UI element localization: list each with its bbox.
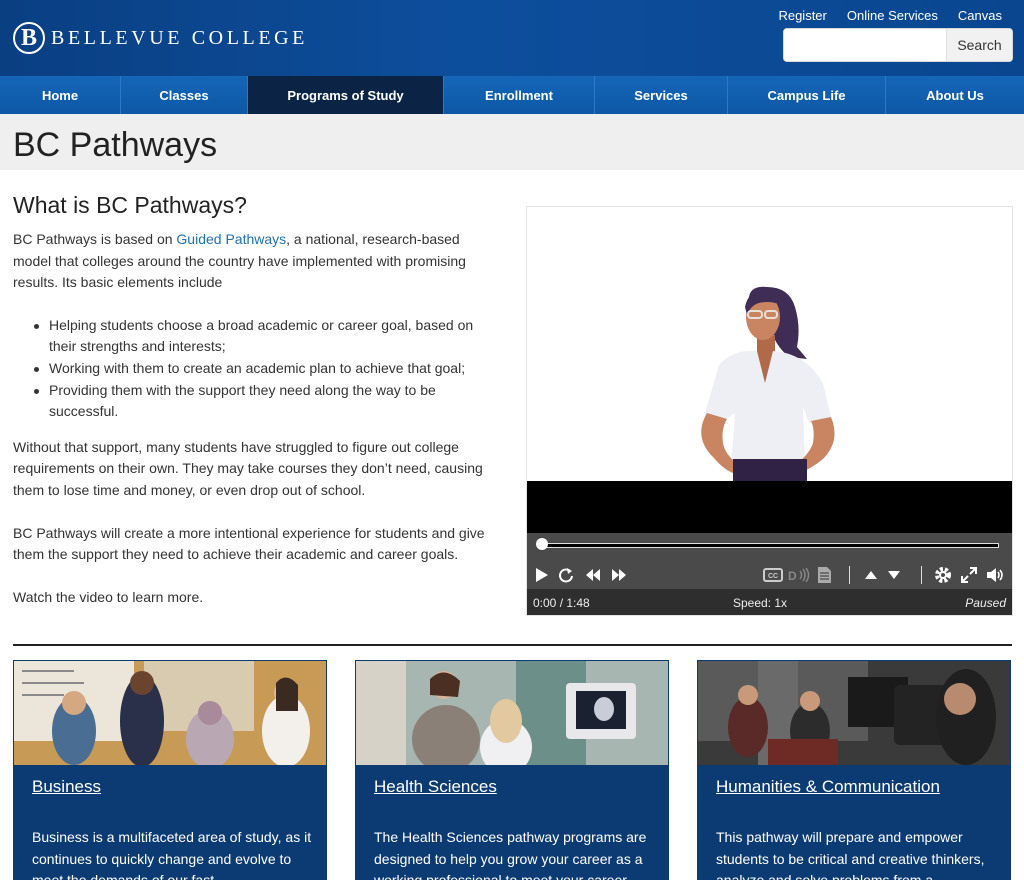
- health-sciences-photo: [356, 661, 668, 765]
- video-controls: CC D: [527, 533, 1012, 589]
- watch-video-paragraph: Watch the video to learn more.: [13, 588, 204, 605]
- intro-paragraph: BC Pathways is based on Guided Pathways,…: [13, 229, 498, 294]
- fullscreen-icon[interactable]: [959, 564, 979, 586]
- list-item: Helping students choose a broad academic…: [34, 315, 498, 358]
- nav-item-enrollment[interactable]: Enrollment: [444, 76, 595, 114]
- transcript-icon[interactable]: [815, 564, 833, 586]
- guided-pathways-link[interactable]: Guided Pathways: [176, 231, 286, 247]
- nav-item-programs-of-study[interactable]: Programs of Study: [248, 76, 444, 114]
- utility-link-online-services[interactable]: Online Services: [847, 8, 938, 23]
- title-band: BC Pathways: [0, 114, 1024, 170]
- control-separator: [921, 566, 922, 584]
- business-photo: [14, 661, 326, 765]
- animated-woman-illustration: [701, 286, 835, 481]
- video-status-bar: 0:00 / 1:48 Speed: 1x Paused: [527, 589, 1012, 615]
- page-title: BC Pathways: [13, 126, 218, 164]
- captions-icon[interactable]: CC: [762, 564, 784, 586]
- nav-item-campus-life[interactable]: Campus Life: [728, 76, 886, 114]
- svg-text:D: D: [788, 569, 797, 582]
- intro-text-start: BC Pathways is based on: [13, 231, 177, 247]
- rewind-icon[interactable]: [584, 564, 602, 586]
- site-header: B BELLEVUE COLLEGE Register Online Servi…: [0, 0, 1024, 76]
- audio-description-icon[interactable]: D: [788, 564, 810, 586]
- nav-item-about-us[interactable]: About Us: [886, 76, 1024, 114]
- college-logo[interactable]: B BELLEVUE COLLEGE: [13, 22, 308, 54]
- nav-item-services[interactable]: Services: [595, 76, 728, 114]
- card-text: This pathway will prepare and empower st…: [716, 829, 985, 880]
- video-letterbox: [527, 481, 1012, 533]
- list-item: Working with them to create an academic …: [34, 358, 498, 380]
- pathway-card-business[interactable]: Business Business is a multifaceted area…: [13, 660, 327, 880]
- seek-handle[interactable]: [536, 538, 548, 550]
- card-title[interactable]: Health Sciences: [374, 777, 497, 797]
- nav-item-home[interactable]: Home: [0, 76, 121, 114]
- logo-text: BELLEVUE COLLEGE: [51, 26, 309, 49]
- humanities-photo: [698, 661, 1010, 765]
- seek-bar[interactable]: [541, 543, 999, 548]
- pathway-card-health-sciences[interactable]: Health Sciences The Health Sciences path…: [355, 660, 669, 880]
- video-speed: Speed: 1x: [733, 596, 788, 610]
- main-content: What is BC Pathways? BC Pathways is base…: [13, 192, 498, 629]
- section-divider: [13, 644, 1012, 646]
- replay-icon[interactable]: [555, 564, 577, 586]
- section-heading: What is BC Pathways?: [13, 192, 247, 218]
- utility-links: Register Online Services Canvas: [778, 8, 1002, 23]
- list-item: Providing them with the support they nee…: [34, 380, 498, 423]
- speed-up-icon[interactable]: [862, 564, 880, 586]
- video-state: Paused: [965, 596, 1006, 610]
- video-time: 0:00 / 1:48: [533, 596, 590, 610]
- support-paragraph: Without that support, many students have…: [13, 438, 483, 498]
- card-title[interactable]: Business: [32, 777, 101, 797]
- svg-text:CC: CC: [768, 573, 778, 580]
- search-form: Search: [783, 28, 1013, 62]
- speed-down-icon[interactable]: [885, 564, 903, 586]
- fast-forward-icon[interactable]: [610, 564, 628, 586]
- search-button[interactable]: Search: [946, 29, 1012, 61]
- card-text: The Health Sciences pathway programs are…: [374, 829, 647, 880]
- elements-list: Helping students choose a broad academic…: [34, 315, 498, 423]
- video-player: CC D 0:00 / 1:48 Speed: 1x Paused: [526, 206, 1013, 616]
- control-separator: [849, 566, 850, 584]
- utility-link-canvas[interactable]: Canvas: [958, 8, 1002, 23]
- utility-link-register[interactable]: Register: [778, 8, 826, 23]
- card-text: Business is a multifaceted area of study…: [32, 829, 312, 880]
- nav-item-classes[interactable]: Classes: [121, 76, 248, 114]
- settings-icon[interactable]: [932, 564, 954, 586]
- main-nav: Home Classes Programs of Study Enrollmen…: [0, 76, 1024, 114]
- logo-mark: B: [13, 22, 45, 54]
- search-input[interactable]: [784, 29, 947, 61]
- play-icon[interactable]: [531, 564, 553, 586]
- pathway-card-humanities-communication[interactable]: Humanities & Communication This pathway …: [697, 660, 1011, 880]
- card-title[interactable]: Humanities & Communication: [716, 777, 940, 797]
- pathways-paragraph: BC Pathways will create a more intention…: [13, 524, 485, 563]
- volume-icon[interactable]: [985, 564, 1007, 586]
- video-frame[interactable]: [527, 207, 1012, 481]
